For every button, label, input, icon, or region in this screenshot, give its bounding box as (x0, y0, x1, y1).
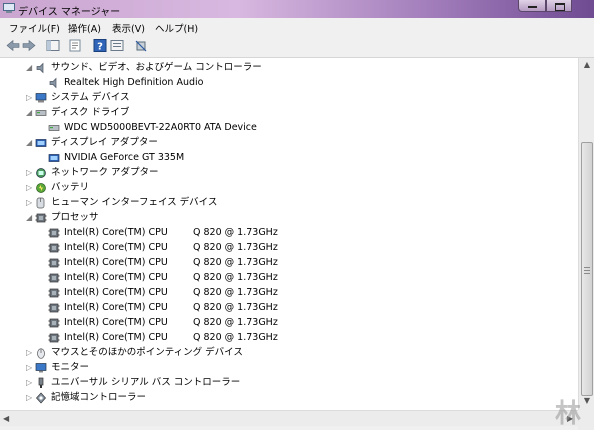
maximize-button[interactable] (546, 0, 572, 12)
tree-item-label: ユニバーサル シリアル バス コントローラー (51, 377, 241, 388)
menu-bar: ファイル(F) 操作(A) 表示(V) ヘルプ(H) (0, 18, 594, 35)
menu-action[interactable]: 操作(A) (68, 21, 101, 35)
tree-item-label: ディスプレイ アダプター (51, 137, 158, 148)
disk-drive-icon (35, 110, 47, 116)
processor-icon (48, 258, 60, 268)
tree-item-label: 記憶域コントローラー (51, 392, 147, 403)
collapse-arrow-icon[interactable]: ◢ (26, 62, 34, 74)
tree-item-label: Intel(R) Core(TM) CPU (64, 227, 168, 238)
device-manager-icon (3, 3, 15, 13)
collapse-arrow-icon[interactable]: ◢ (26, 137, 34, 149)
tree-item-label: Intel(R) Core(TM) CPU (64, 287, 168, 298)
collapse-arrow-icon[interactable]: ◢ (26, 212, 34, 224)
expand-arrow-icon[interactable]: ▷ (26, 347, 34, 359)
tree-item-label: ネットワーク アダプター (51, 167, 159, 178)
tree-item-label: Realtek High Definition Audio (64, 77, 204, 88)
expand-arrow-icon[interactable]: ▷ (26, 392, 34, 404)
cpu-model-label: Q 820 @ 1.73GHz (193, 302, 278, 313)
window-title: デバイス マネージャー (18, 7, 121, 18)
tree-item-label: Intel(R) Core(TM) CPU (64, 332, 168, 343)
scroll-down-arrow-icon[interactable]: ▼ (581, 396, 593, 405)
expand-arrow-icon[interactable]: ▷ (26, 92, 34, 104)
status-bar (0, 426, 578, 430)
tree-item-label: マウスとそのほかのポインティング デバイス (51, 347, 243, 358)
title-bar: デバイス マネージャー (0, 0, 594, 18)
monitor-icon (35, 363, 47, 373)
processor-icon (48, 243, 60, 253)
tree-item-label: Intel(R) Core(TM) CPU (64, 317, 168, 328)
tree-item-label: Intel(R) Core(TM) CPU (64, 242, 168, 253)
scrollbar-thumb[interactable] (581, 142, 593, 396)
mouse-icon (37, 348, 45, 359)
cpu-model-label: Q 820 @ 1.73GHz (193, 317, 278, 328)
expand-arrow-icon[interactable]: ▷ (26, 167, 34, 179)
scroll-left-arrow-icon[interactable]: ◀ (3, 414, 9, 423)
console-tree-icon[interactable] (46, 39, 60, 52)
menu-view[interactable]: 表示(V) (112, 21, 145, 35)
tree-item-label: NVIDIA GeForce GT 335M (64, 152, 185, 163)
minimize-button[interactable] (518, 0, 546, 12)
speaker-icon (49, 77, 57, 89)
watermark: 林 (555, 399, 582, 429)
cpu-model-label: Q 820 @ 1.73GHz (193, 227, 278, 238)
tree-item-label: ディスク ドライブ (51, 107, 130, 118)
tree-item-label: ヒューマン インターフェイス デバイス (51, 197, 218, 208)
maximize-icon (555, 3, 565, 11)
processor-icon (48, 303, 60, 313)
tree-item-label: Intel(R) Core(TM) CPU (64, 257, 168, 268)
usb-icon (38, 377, 44, 388)
processor-icon (48, 318, 60, 328)
expand-arrow-icon[interactable]: ▷ (26, 182, 34, 194)
scan-hardware-icon[interactable] (134, 39, 148, 52)
cpu-model-label: Q 820 @ 1.73GHz (193, 272, 278, 283)
collapse-arrow-icon[interactable]: ◢ (26, 107, 34, 119)
svg-text:?: ? (97, 42, 103, 53)
scroll-up-arrow-icon[interactable]: ▲ (581, 60, 593, 69)
cpu-model-label: Q 820 @ 1.73GHz (193, 287, 278, 298)
display-adapter-icon (35, 139, 47, 147)
tree-item-label: バッテリ (51, 182, 90, 193)
expand-arrow-icon[interactable]: ▷ (26, 197, 34, 209)
tree-item-label: システム デバイス (51, 92, 130, 103)
horizontal-scrollbar[interactable]: ◀ ▶ (0, 410, 578, 427)
disk-drive-icon (48, 125, 60, 131)
network-icon (36, 168, 46, 178)
forward-arrow-icon[interactable] (22, 39, 36, 52)
hid-icon (36, 197, 45, 209)
storage-controller-icon (36, 392, 46, 404)
processor-icon (48, 288, 60, 298)
expand-arrow-icon[interactable]: ▷ (26, 362, 34, 374)
properties-icon[interactable] (68, 39, 82, 52)
tree-item-label: Intel(R) Core(TM) CPU (64, 272, 168, 283)
scrollbar-grip (584, 267, 590, 276)
tree-item-label: モニター (51, 362, 90, 373)
tree-item-label: WDC WD5000BEVT-22A0RT0 ATA Device (64, 122, 257, 133)
display-adapter-icon (48, 154, 60, 162)
back-arrow-icon[interactable] (6, 39, 20, 52)
computer-icon (35, 93, 47, 103)
minimize-icon (528, 6, 537, 8)
toolbar: ? (0, 35, 594, 58)
menu-help[interactable]: ヘルプ(H) (155, 21, 198, 35)
processor-icon (48, 333, 60, 343)
tree-item-label: サウンド、ビデオ、およびゲーム コントローラー (51, 62, 262, 73)
speaker-icon (36, 62, 44, 74)
menu-file[interactable]: ファイル(F) (9, 21, 60, 35)
device-view-icon[interactable] (110, 39, 124, 52)
battery-icon (36, 183, 46, 193)
help-icon[interactable]: ? (93, 39, 107, 52)
cpu-model-label: Q 820 @ 1.73GHz (193, 332, 278, 343)
cpu-model-label: Q 820 @ 1.73GHz (193, 242, 278, 253)
vertical-scrollbar[interactable]: ▲ ▼ (578, 58, 594, 410)
device-tree: ◢ サウンド、ビデオ、およびゲーム コントローラー Realtek High Def… (0, 58, 578, 410)
expand-arrow-icon[interactable]: ▷ (26, 377, 34, 389)
processor-icon (35, 213, 47, 223)
cpu-model-label: Q 820 @ 1.73GHz (193, 257, 278, 268)
tree-item-label: Intel(R) Core(TM) CPU (64, 302, 168, 313)
processor-icon (48, 228, 60, 238)
tree-item-label: プロセッサ (51, 212, 99, 223)
processor-icon (48, 273, 60, 283)
